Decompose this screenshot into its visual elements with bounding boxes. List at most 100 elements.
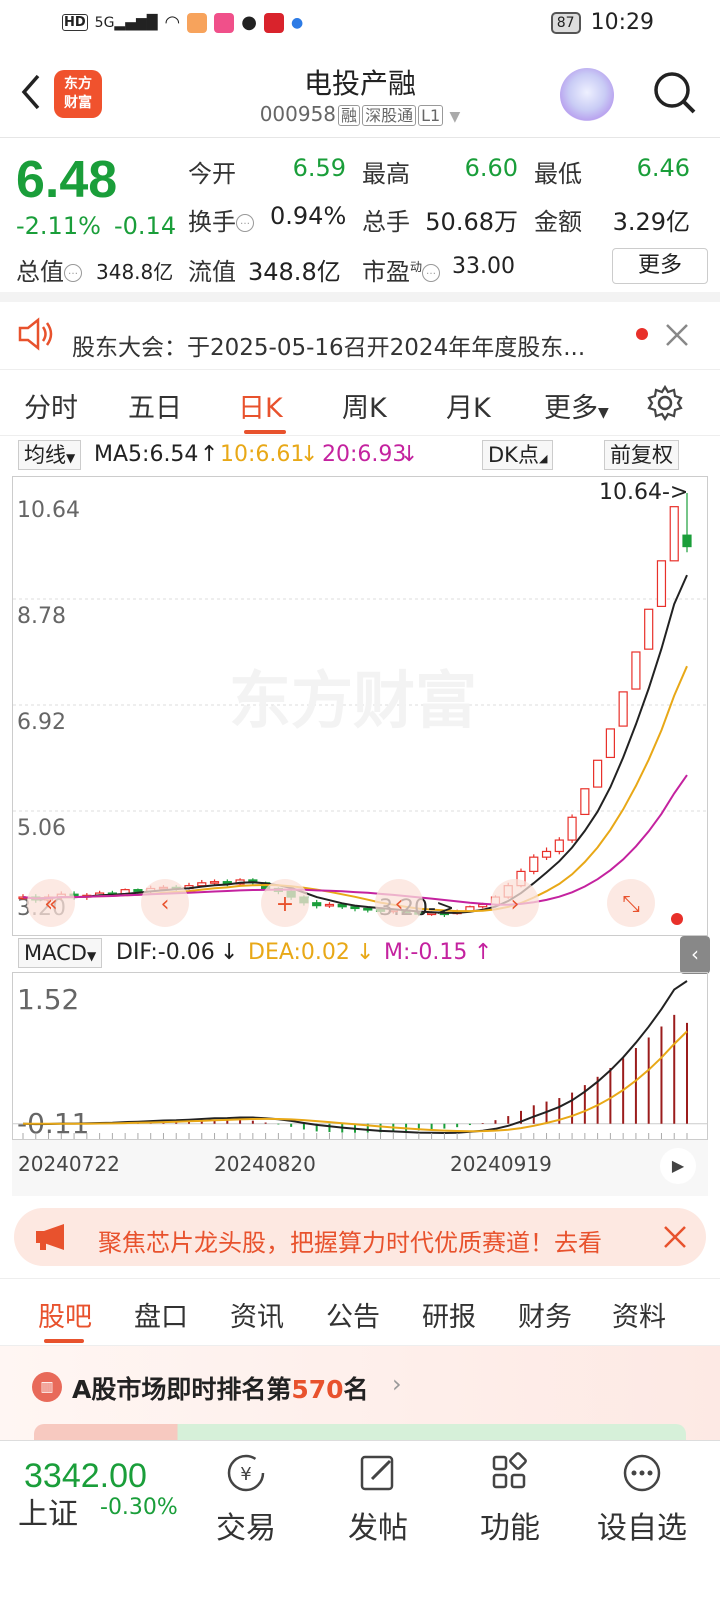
volume-label: 总手 xyxy=(362,208,410,236)
candle-body xyxy=(312,902,322,907)
dk-point-select[interactable]: DK点◢ xyxy=(482,440,554,470)
tab-intraday[interactable]: 分时 xyxy=(24,386,78,425)
ma5-label: MA5:6.54 xyxy=(94,442,199,467)
tab-financials[interactable]: 财务 xyxy=(518,1295,572,1334)
search-icon[interactable] xyxy=(650,68,700,118)
tab-monthly-k[interactable]: 月K xyxy=(446,386,491,425)
arrow-down-icon: ↓ xyxy=(356,940,375,965)
tab-more[interactable]: 更多▼ xyxy=(544,386,609,425)
indicator-select[interactable]: MACD▼ xyxy=(18,938,103,968)
candle-body xyxy=(605,728,615,759)
mktcap-label-text: 总值 xyxy=(16,258,64,286)
candle-body xyxy=(593,759,603,788)
y-tick-label: 8.78 xyxy=(17,604,66,629)
dropdown-triangle-icon: ▼ xyxy=(598,405,609,421)
dea-label: DEA:0.02 xyxy=(248,940,350,965)
candle-body xyxy=(554,839,564,853)
clock: 10:29 xyxy=(590,10,654,35)
candle-body xyxy=(631,651,641,690)
settings-gear-icon[interactable] xyxy=(646,384,684,422)
play-next-icon[interactable]: ▶ xyxy=(660,1148,696,1184)
candle-body xyxy=(133,889,143,892)
nav-first-icon-glyph: « xyxy=(44,892,57,917)
tab-profile[interactable]: 资料 xyxy=(612,1295,666,1334)
tab-forum[interactable]: 股吧 xyxy=(38,1295,92,1334)
arrow-down-icon: ↓ xyxy=(220,940,239,965)
tab-daily-k[interactable]: 日K xyxy=(238,386,283,425)
nav-trade[interactable]: ¥ 交易 xyxy=(186,1441,306,1547)
candle-body xyxy=(324,903,335,907)
turnover-label[interactable]: 换手… xyxy=(188,202,254,237)
collapse-panel-icon[interactable]: ‹ xyxy=(680,936,710,974)
margin-tag: 融 xyxy=(338,105,361,126)
date-label: 20240820 xyxy=(214,1152,316,1176)
pe-label-text: 市盈 xyxy=(362,258,410,286)
close-icon[interactable] xyxy=(664,322,690,348)
level-tag: L1 xyxy=(418,105,444,126)
active-tab-indicator xyxy=(244,430,286,434)
date-label: 20240919 xyxy=(450,1152,552,1176)
app-notify-icon xyxy=(187,12,208,33)
tab-news[interactable]: 资讯 xyxy=(230,1295,284,1334)
ma-select[interactable]: 均线▼ xyxy=(18,440,82,470)
tab-research[interactable]: 研报 xyxy=(422,1295,476,1334)
open-label: 今开 xyxy=(188,160,236,188)
candle-body xyxy=(209,881,220,884)
yuan-exchange-icon: ¥ xyxy=(227,1454,265,1492)
video-notify-icon xyxy=(214,12,235,33)
change-percent: -2.11% xyxy=(16,212,101,240)
date-label: 20240722 xyxy=(18,1152,120,1176)
indicator-select-label: MACD xyxy=(24,941,87,965)
pe-value: 33.00 xyxy=(452,254,515,279)
tab-weekly-k[interactable]: 周K xyxy=(342,386,387,425)
notice-bar[interactable]: 股东大会：于2025-05-16召开2024年年度股东... xyxy=(0,302,720,370)
signal-icon: 5G▂▄▆█ xyxy=(94,14,158,31)
nav-trade-label: 交易 xyxy=(216,1511,276,1546)
candle-body xyxy=(682,534,692,548)
high-label: 最高 xyxy=(362,160,410,188)
battery-indicator: 87 xyxy=(550,11,581,34)
candle-body xyxy=(350,906,360,910)
date-axis: 20240722 20240820 20240919 ▶ xyxy=(12,1140,708,1196)
period-tabs: 分时 五日 日K 周K 月K 更多▼ xyxy=(0,370,720,436)
bottom-nav: 3342.00 上证 -0.30% ¥ 交易 发帖 功能 设自选 xyxy=(0,1440,720,1600)
nav-functions[interactable]: 功能 xyxy=(450,1441,570,1547)
tab-five-day[interactable]: 五日 xyxy=(128,386,182,425)
max-price-label: 10.64-> xyxy=(599,480,688,505)
unread-dot xyxy=(636,328,648,340)
connect-tag: 深股通 xyxy=(362,105,417,126)
ma20-label: 20:6.93 xyxy=(322,442,407,467)
hd-icon: HD xyxy=(62,14,88,31)
macd-svg: 1.52-0.11 xyxy=(13,980,707,1140)
huawei-icon xyxy=(263,12,284,33)
nav-post[interactable]: 发帖 xyxy=(318,1441,438,1547)
adjust-select[interactable]: 前复权 xyxy=(604,440,679,470)
pe-label[interactable]: 市盈动… xyxy=(362,252,441,287)
tab-announcements[interactable]: 公告 xyxy=(326,1295,380,1334)
close-icon[interactable] xyxy=(662,1224,688,1250)
kline-svg: 10.648.786.925.063.20东方财富10.64->3.20->«‹… xyxy=(13,480,707,927)
more-button[interactable]: 更多 xyxy=(612,248,708,284)
macd-chart[interactable]: 1.52 -0.11 xyxy=(12,972,708,1140)
mktcap-label[interactable]: 总值… xyxy=(16,252,82,287)
y-tick-label: 10.64 xyxy=(17,498,80,523)
rank-suffix: 名 xyxy=(343,1375,369,1404)
dropdown-triangle-icon: ▼ xyxy=(449,109,461,125)
notice-text: 股东大会：于2025-05-16召开2024年年度股东... xyxy=(72,335,586,361)
amount-label: 金额 xyxy=(534,208,582,236)
active-tab-indicator xyxy=(44,1339,84,1343)
nav-prev-icon-glyph: ‹ xyxy=(395,892,404,917)
nav-watchlist[interactable]: 设自选 xyxy=(582,1441,702,1547)
market-rank-row[interactable]: ▥ A股市场即时排名第570名 › xyxy=(0,1346,720,1444)
promo-banner[interactable]: 聚焦芯片龙头股，把握算力时代优质赛道！去看 xyxy=(14,1208,706,1266)
rank-text: A股市场即时排名第570名 xyxy=(72,1370,369,1406)
ma10-label: 10:6.61 xyxy=(220,442,305,467)
section-tabs: 股吧 盘口 资讯 公告 研报 财务 资料 xyxy=(0,1278,720,1346)
stock-code-row[interactable]: 000958 融深股通 L1 ▼ xyxy=(0,102,720,126)
candle-body xyxy=(656,560,667,608)
arrow-up-icon: ↑ xyxy=(200,442,219,467)
tab-orderbook[interactable]: 盘口 xyxy=(134,1295,188,1334)
kline-chart[interactable]: 10.648.786.925.063.20东方财富10.64->3.20->«‹… xyxy=(12,476,708,936)
change-amount: -0.14 xyxy=(114,212,177,240)
assistant-robot-icon[interactable] xyxy=(560,68,614,122)
